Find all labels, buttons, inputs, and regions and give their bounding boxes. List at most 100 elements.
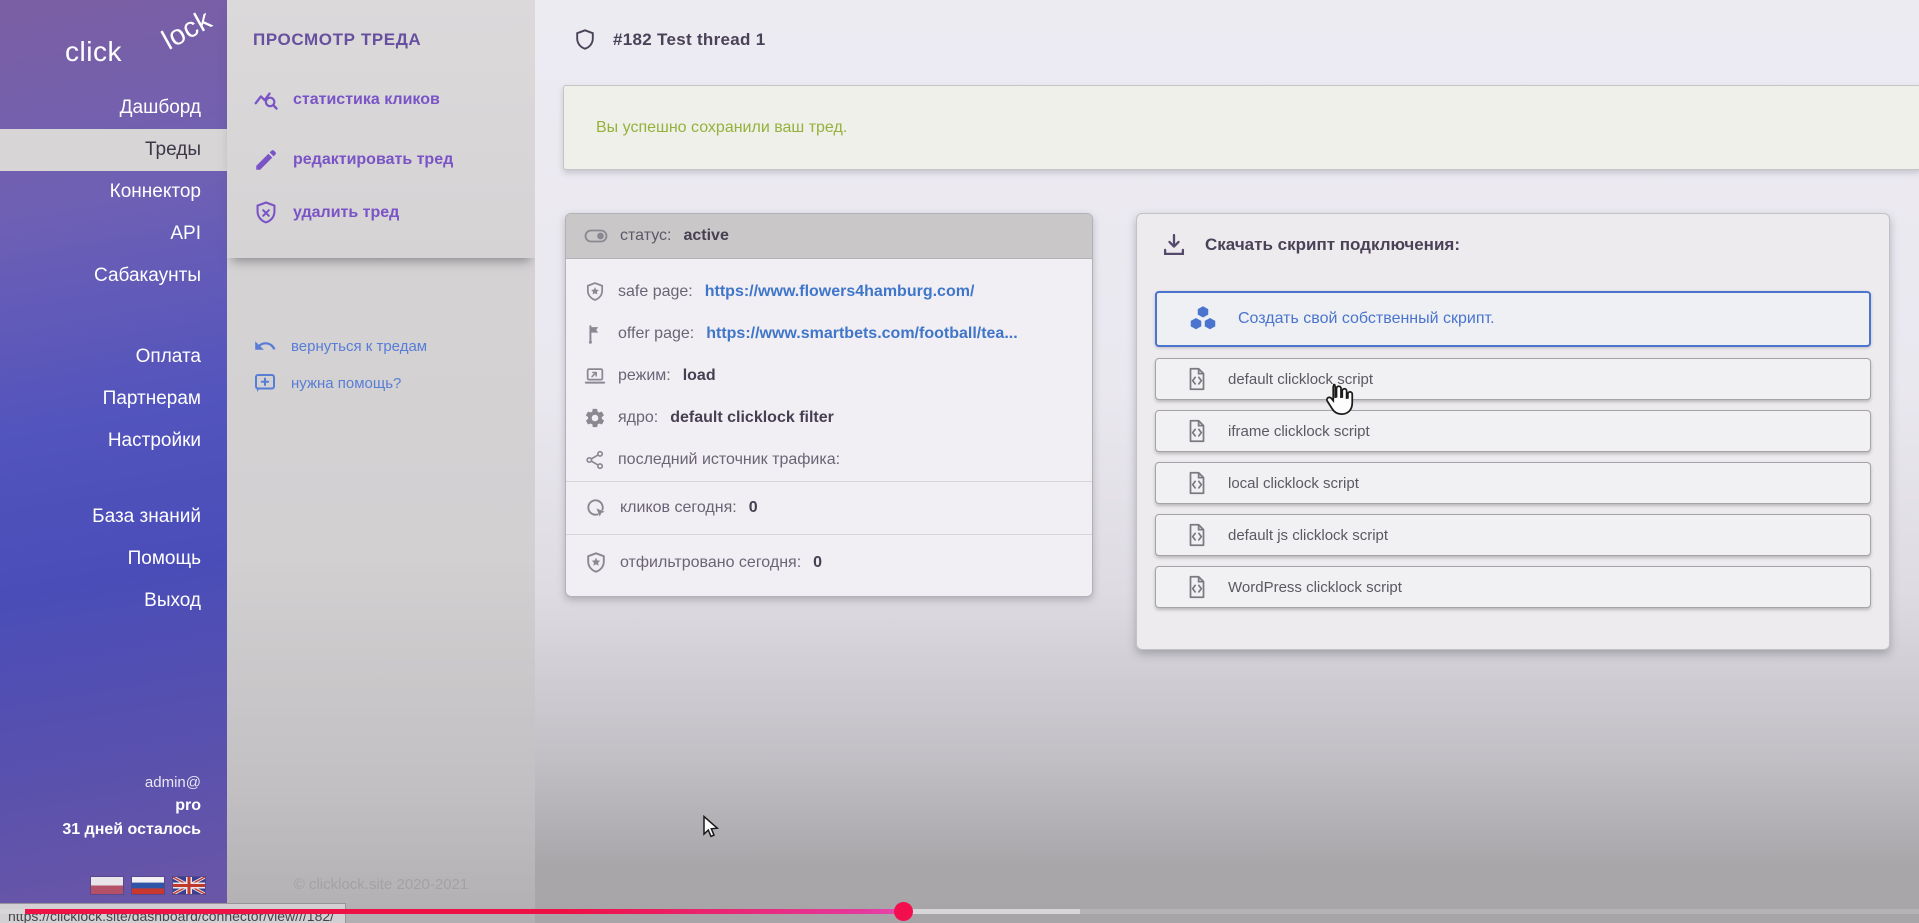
clicks-today-label: кликов сегодня: — [620, 499, 737, 517]
last-traffic-source-row: последний источник трафика: — [566, 439, 1092, 481]
thread-details: safe page: https://www.flowers4hamburg.c… — [566, 259, 1092, 481]
clicks-today-row: кликов сегодня: 0 — [566, 481, 1092, 534]
sidebar-nav-main: Дашборд Треды Коннектор API Сабакаунты — [0, 87, 227, 297]
account-days-left: 31 дней осталось — [62, 818, 201, 842]
download-panel-title-text: Скачать скрипт подключения: — [1205, 235, 1460, 255]
thread-context-menu: ПРОСМОТР ТРЕДА статистика кликов редакти… — [227, 0, 535, 923]
default-js-clicklock-script-label: default js clicklock script — [1228, 527, 1388, 544]
filtered-today-row: отфильтровано сегодня: 0 — [566, 534, 1092, 591]
delete-thread-button[interactable]: удалить тред — [253, 200, 399, 226]
mode-row: режим: load — [566, 355, 1092, 397]
logo-text-click: click — [65, 36, 122, 68]
default-clicklock-script-button[interactable]: default clicklock script — [1155, 358, 1871, 400]
progress-scrubber[interactable] — [894, 902, 913, 921]
sidebar-nav-help: База знаний Помощь Выход — [0, 496, 227, 622]
core-label: ядро: — [618, 409, 658, 427]
language-switcher — [91, 877, 205, 894]
sidebar: click lock Дашборд Треды Коннектор API С… — [0, 0, 227, 923]
page-title: #182 Test thread 1 — [613, 30, 766, 50]
english-flag[interactable] — [173, 877, 205, 894]
submenu-title: ПРОСМОТР ТРЕДА — [253, 30, 421, 50]
click-statistics-label: статистика кликов — [293, 91, 440, 109]
code-file-icon — [1184, 366, 1210, 392]
gear-icon — [584, 407, 606, 429]
logo-text-lock: lock — [157, 3, 218, 56]
need-help-label: нужна помощь? — [291, 375, 401, 392]
create-own-script-button[interactable]: Создать свой собственный скрипт. — [1155, 291, 1871, 347]
default-clicklock-script-label: default clicklock script — [1228, 371, 1373, 388]
thread-status-header: статус: active — [566, 214, 1092, 259]
code-file-icon — [1184, 522, 1210, 548]
code-file-icon — [1184, 470, 1210, 496]
filtered-today-label: отфильтровано сегодня: — [620, 554, 801, 572]
mode-label: режим: — [618, 367, 671, 385]
edit-thread-label: редактировать тред — [293, 151, 453, 169]
app-window: click lock Дашборд Треды Коннектор API С… — [0, 0, 1919, 923]
shield-star-icon — [584, 281, 606, 303]
sidebar-item-api[interactable]: API — [0, 213, 227, 255]
clicklock-logo[interactable]: click lock — [53, 14, 213, 80]
back-to-threads-label: вернуться к тредам — [291, 338, 427, 355]
offer-page-label: offer page: — [618, 325, 694, 343]
local-clicklock-script-label: local clicklock script — [1228, 475, 1359, 492]
copyright-text: © clicklock.site 2020-2021 — [227, 876, 535, 893]
status-label: статус: — [620, 227, 671, 245]
shield-x-icon — [253, 200, 279, 226]
back-to-threads-link[interactable]: вернуться к тредам — [253, 334, 427, 358]
sidebar-item-knowledge-base[interactable]: База знаний — [0, 496, 227, 538]
sidebar-item-payment[interactable]: Оплата — [0, 336, 227, 378]
success-alert-text: Вы успешно сохранили ваш тред. — [596, 119, 847, 137]
russian-flag[interactable] — [132, 877, 164, 894]
default-js-clicklock-script-button[interactable]: default js clicklock script — [1155, 514, 1871, 556]
core-value: default clicklock filter — [670, 409, 834, 427]
iframe-clicklock-script-button[interactable]: iframe clicklock script — [1155, 410, 1871, 452]
thread-status-card: статус: active safe page: https://www.fl… — [565, 213, 1093, 597]
sidebar-item-settings[interactable]: Настройки — [0, 420, 227, 462]
share-icon — [584, 449, 606, 471]
last-traffic-source-label: последний источник трафика: — [618, 451, 840, 469]
status-value: active — [683, 227, 728, 245]
need-help-link[interactable]: нужна помощь? — [253, 371, 401, 395]
sidebar-item-threads[interactable]: Треды — [0, 129, 227, 171]
laptop-arrow-icon — [584, 365, 606, 387]
filtered-today-value: 0 — [813, 554, 822, 572]
delete-thread-label: удалить тред — [293, 204, 399, 222]
progress-fill — [25, 909, 903, 914]
sidebar-item-subaccounts[interactable]: Сабакаунты — [0, 255, 227, 297]
edit-thread-button[interactable]: редактировать тред — [253, 147, 453, 173]
wordpress-clicklock-script-button[interactable]: WordPress clicklock script — [1155, 566, 1871, 608]
offer-page-row: offer page: https://www.smartbets.com/fo… — [566, 313, 1092, 355]
safe-page-link[interactable]: https://www.flowers4hamburg.com/ — [705, 283, 975, 301]
mode-value: load — [683, 367, 716, 385]
shield-star-icon — [584, 551, 608, 575]
clicks-today-value: 0 — [749, 499, 758, 517]
safe-page-row: safe page: https://www.flowers4hamburg.c… — [566, 271, 1092, 313]
cubes-icon — [1188, 304, 1218, 334]
code-file-icon — [1184, 418, 1210, 444]
sidebar-item-partners[interactable]: Партнерам — [0, 378, 227, 420]
local-clicklock-script-button[interactable]: local clicklock script — [1155, 462, 1871, 504]
core-row: ядро: default clicklock filter — [566, 397, 1092, 439]
sidebar-item-logout[interactable]: Выход — [0, 580, 227, 622]
toggle-icon — [584, 224, 608, 248]
safe-page-label: safe page: — [618, 283, 693, 301]
account-email: admin@ — [62, 772, 201, 794]
wordpress-clicklock-script-label: WordPress clicklock script — [1228, 579, 1402, 596]
offer-page-link[interactable]: https://www.smartbets.com/football/tea..… — [706, 325, 1017, 343]
polish-flag[interactable] — [91, 877, 123, 894]
download-script-panel: Скачать скрипт подключения: Создать свой… — [1136, 213, 1890, 650]
stats-search-icon — [253, 87, 279, 113]
pencil-icon — [253, 147, 279, 173]
help-plus-icon — [253, 371, 277, 395]
sidebar-item-connector[interactable]: Коннектор — [0, 171, 227, 213]
sidebar-item-dashboard[interactable]: Дашборд — [0, 87, 227, 129]
flag-icon — [584, 323, 606, 345]
click-statistics-button[interactable]: статистика кликов — [253, 87, 440, 113]
account-info: admin@ pro 31 дней осталось — [62, 772, 201, 842]
sidebar-item-help[interactable]: Помощь — [0, 538, 227, 580]
download-panel-title: Скачать скрипт подключения: — [1161, 232, 1460, 258]
video-progress-bar[interactable] — [0, 909, 1919, 914]
account-plan: pro — [62, 794, 201, 818]
sidebar-nav-billing: Оплата Партнерам Настройки — [0, 336, 227, 462]
cursor-click-icon — [584, 496, 608, 520]
